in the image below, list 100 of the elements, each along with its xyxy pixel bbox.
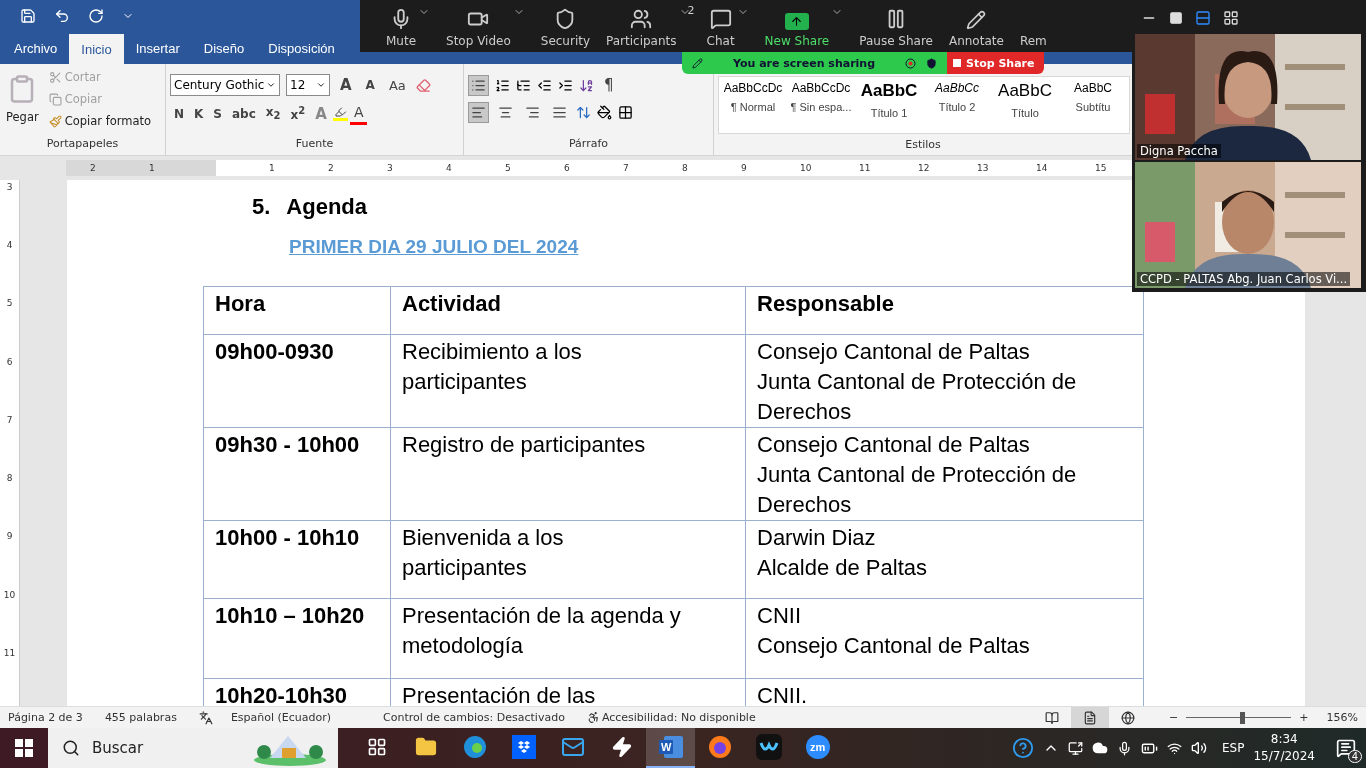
table-cell: CNII Consejo Cantonal de Paltas: [745, 598, 1144, 679]
shrink-font-button[interactable]: A: [361, 76, 379, 94]
style-item[interactable]: AaBbCcDc ¶ Normal: [719, 77, 787, 133]
ruler-number: 5: [505, 163, 512, 173]
meeting-control-button[interactable]: Stop Video: [436, 0, 531, 52]
ribbon-tab[interactable]: Diseño: [191, 32, 257, 64]
decrease-indent-icon[interactable]: [537, 77, 552, 93]
meeting-control-button[interactable]: Annotate: [938, 0, 1010, 52]
format-button[interactable]: x$_{2}$: [261, 103, 285, 124]
redo-icon[interactable]: [88, 8, 104, 24]
layout-icon[interactable]: [1223, 10, 1239, 26]
highlighter-icon[interactable]: [332, 106, 348, 121]
multilevel-list-icon[interactable]: [516, 77, 531, 93]
undo-icon[interactable]: [54, 8, 70, 24]
cloud-icon[interactable]: [1092, 740, 1109, 756]
style-preview: AaBbC: [860, 81, 918, 101]
webex-icon: [755, 734, 782, 760]
pencil-icon: [692, 57, 703, 69]
font-color-button[interactable]: A: [349, 102, 368, 125]
style-preview: AaBbC: [1074, 81, 1112, 95]
meeting-control-button[interactable]: Security: [530, 0, 597, 52]
microphone-icon[interactable]: [1117, 740, 1133, 756]
paste-button[interactable]: Pegar: [4, 108, 41, 126]
search-field[interactable]: Buscar: [48, 728, 338, 768]
line-spacing-icon[interactable]: [576, 105, 591, 120]
meeting-control-button[interactable]: Participants 2: [596, 0, 697, 52]
grow-font-button[interactable]: A: [336, 74, 356, 96]
view-button[interactable]: [1071, 706, 1110, 729]
page-icon: [1083, 710, 1098, 725]
borders-icon[interactable]: [618, 105, 633, 120]
style-item[interactable]: AaBbC Título 1: [855, 77, 923, 133]
proofing-icon[interactable]: [198, 710, 213, 725]
bullets-icon[interactable]: [468, 74, 489, 96]
style-item[interactable]: AaBbC Subtítu: [1059, 77, 1127, 133]
column-header: Hora: [203, 286, 391, 335]
change-case-button[interactable]: Aa: [384, 75, 410, 95]
language-label[interactable]: Español (Ecuador): [230, 711, 332, 724]
ruler-number: 1: [269, 163, 276, 173]
wifi-icon[interactable]: [1167, 740, 1183, 756]
ribbon-tab[interactable]: Inicio: [69, 34, 124, 64]
format-button[interactable]: K: [190, 104, 208, 123]
format-button[interactable]: abc: [228, 104, 260, 123]
input-language[interactable]: ESP: [1222, 741, 1245, 755]
style-item[interactable]: AaBbCc Título 2: [923, 77, 991, 133]
shading-icon[interactable]: [597, 105, 612, 120]
increase-indent-icon[interactable]: [558, 77, 573, 93]
ruler-number: 15: [1095, 163, 1108, 173]
book-icon: [1045, 710, 1060, 725]
ribbon-tab[interactable]: Insertar: [123, 32, 192, 64]
notifications-icon[interactable]: [1336, 738, 1356, 758]
format-button[interactable]: N: [170, 104, 189, 123]
pilcrow-button[interactable]: ¶: [600, 74, 618, 96]
meeting-control-button[interactable]: New Share: [754, 0, 850, 52]
accessibility-status[interactable]: Accesibilidad: No disponible: [601, 711, 756, 724]
font-size-field[interactable]: 12: [286, 74, 330, 96]
zoom-thumb[interactable]: [1240, 711, 1245, 724]
help-icon[interactable]: [1012, 737, 1035, 759]
style-name: Subtítu: [1075, 101, 1111, 113]
table-cell: 10h00 - 10h10: [203, 520, 391, 599]
format-button[interactable]: S: [209, 104, 226, 123]
zoom-in-button[interactable]: +: [1299, 711, 1309, 724]
pencil-icon: [966, 10, 987, 30]
numbering-icon[interactable]: [495, 77, 510, 93]
group-label: Estilos: [904, 138, 942, 153]
paintbrush-icon: [48, 114, 62, 128]
style-name: ¶ Normal: [730, 101, 776, 113]
eraser-icon[interactable]: [415, 77, 431, 93]
meeting-control-button[interactable]: Chat: [696, 0, 755, 52]
sort-icon[interactable]: [579, 77, 594, 93]
format-button[interactable]: x$^{2}$: [286, 103, 310, 124]
mail-icon: [560, 735, 585, 759]
meeting-control-button[interactable]: Pause Share: [849, 0, 939, 52]
participant-name: Digna Paccha: [1137, 144, 1221, 158]
style-preview: AaBbCc: [935, 81, 979, 95]
ruler-number: 2: [328, 163, 335, 173]
clipboard-action[interactable]: Copiar formato: [46, 112, 154, 130]
zoom-percent[interactable]: 156%: [1326, 711, 1358, 724]
table-cell: Recibimiento a los participantes: [390, 334, 746, 428]
windows-start-icon[interactable]: [15, 739, 33, 757]
ruler-number: 8: [6, 473, 13, 486]
volume-icon[interactable]: [1191, 740, 1208, 756]
page-count: Página 2 de 3: [8, 711, 83, 724]
ruler-number: 8: [682, 163, 689, 173]
save-icon[interactable]: [20, 8, 36, 24]
taskbar-app[interactable]: W: [646, 728, 695, 768]
scissors-icon: [48, 70, 62, 84]
style-item[interactable]: AaBbC Título: [991, 77, 1059, 133]
track-changes-status[interactable]: Control de cambios: Desactivado: [383, 711, 565, 724]
meeting-control-button[interactable]: Rem: [1009, 0, 1053, 52]
zoom-out-button[interactable]: −: [1169, 711, 1179, 724]
ribbon-tab[interactable]: Disposición: [256, 32, 347, 64]
ribbon-tab[interactable]: Archivo: [2, 32, 70, 64]
ruler-number: 9: [6, 531, 13, 544]
meeting-control-button[interactable]: Mute: [376, 0, 437, 52]
style-item[interactable]: AaBbCcDc ¶ Sin espa...: [787, 77, 855, 133]
table-cell: 09h30 - 10h00: [203, 427, 391, 521]
clock[interactable]: 8:34 15/7/2024: [1253, 731, 1315, 765]
stop-share-button[interactable]: Stop Share: [947, 52, 1044, 74]
font-name-field[interactable]: Century Gothic: [170, 74, 280, 96]
ruler-number: 3: [6, 182, 13, 194]
